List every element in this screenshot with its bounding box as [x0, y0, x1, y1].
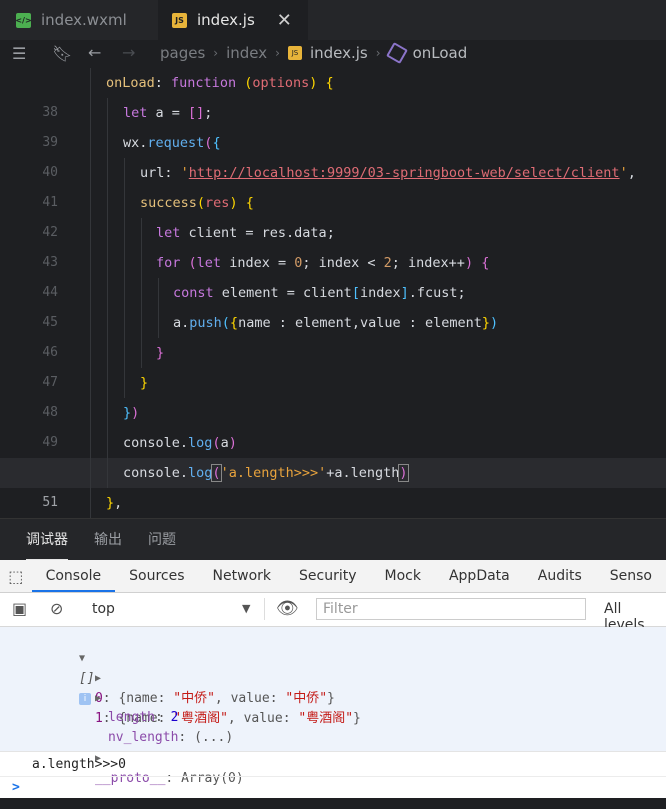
breadcrumb-item-file[interactable]: index.js	[310, 44, 368, 62]
code-line[interactable]: 49 })	[0, 398, 666, 450]
tab-index-js[interactable]: JS index.js ✕	[158, 0, 308, 40]
console-output: ▼ [] i ▶ 0: {name: "中侨", value: "中侨"} ▶ …	[0, 627, 666, 798]
tab-index-wxml[interactable]: </> index.wxml	[0, 0, 158, 40]
editor-tab-bar: </> index.wxml JS index.js ✕	[0, 0, 666, 40]
request-url[interactable]: http://localhost:9999/03-springboot-web/…	[189, 165, 620, 181]
filter-input[interactable]	[316, 598, 586, 620]
log-message: a.length>>>0	[32, 757, 126, 772]
breadcrumb-item-index[interactable]: index	[226, 44, 267, 62]
tab-label: index.js	[197, 11, 255, 29]
code-line[interactable]: 48 }	[0, 368, 666, 420]
tab-debugger[interactable]: 调试器	[26, 529, 68, 561]
console-prompt[interactable]: >	[12, 778, 20, 798]
log-string: 'a.length>>>'	[220, 465, 327, 481]
code-line[interactable]: 47 }	[0, 338, 666, 390]
tab-audits[interactable]: Audits	[524, 560, 596, 592]
array-row[interactable]: ▼ [] i	[32, 628, 95, 705]
tab-console[interactable]: Console	[31, 560, 116, 592]
array-item[interactable]: ▶ 0: {name: "中侨", value: "中侨"}	[48, 648, 335, 706]
eye-icon[interactable]: 👁︎	[276, 598, 299, 619]
js-file-icon: JS	[287, 46, 302, 60]
length-property: length: 2	[107, 710, 179, 725]
code-line[interactable]: 39 let a = [];	[0, 98, 666, 150]
forward-arrow-icon[interactable]: →	[122, 43, 135, 62]
tab-security[interactable]: Security	[285, 560, 371, 592]
code-line[interactable]: 52 },	[0, 488, 666, 540]
tab-label: index.wxml	[41, 11, 127, 29]
tab-network[interactable]: Network	[199, 560, 285, 592]
code-line[interactable]: 45 const element = client[index].fcust;	[0, 278, 666, 330]
code-line[interactable]: 43 let client = res.data;	[0, 218, 666, 270]
tab-problems[interactable]: 问题	[148, 529, 176, 561]
breadcrumb-item-pages[interactable]: pages	[160, 44, 205, 62]
bottom-panel-tabs: 调试器 输出 问题	[0, 518, 666, 561]
tab-sensors[interactable]: Senso	[596, 560, 666, 592]
code-line[interactable]: 44 for (let index = 0; index < 2; index+…	[0, 248, 666, 300]
chevron-down-icon[interactable]: ▼	[242, 602, 250, 615]
console-object-group: ▼ [] i ▶ 0: {name: "中侨", value: "中侨"} ▶ …	[0, 627, 666, 786]
code-line[interactable]: 46 a.push({name : element,value : elemen…	[0, 308, 666, 360]
clear-console-icon[interactable]: ⊘	[50, 599, 63, 618]
close-icon[interactable]: ✕	[277, 10, 292, 31]
tab-output[interactable]: 输出	[94, 529, 122, 561]
breadcrumb-item-method[interactable]: onLoad	[413, 44, 468, 62]
console-divider	[0, 776, 666, 777]
code-line[interactable]: 50 console.log(a)	[0, 428, 666, 480]
code-line[interactable]: 41 url: 'http://localhost:9999/03-spring…	[0, 158, 666, 210]
wxml-file-icon: </>	[15, 12, 32, 28]
tab-mock[interactable]: Mock	[371, 560, 435, 592]
inspect-element-icon[interactable]: ⬚	[0, 560, 32, 592]
chevron-right-icon: ›	[375, 46, 381, 60]
chevron-right-icon: ›	[213, 46, 219, 60]
nv-length-property[interactable]: nv_length: (...)	[61, 708, 233, 745]
code-line[interactable]: 38 onLoad: function (options) {	[0, 68, 666, 120]
bookmark-icon[interactable]: 🔖︎	[52, 44, 72, 63]
method-cube-icon	[385, 42, 408, 64]
back-arrow-icon[interactable]: ←	[88, 43, 101, 62]
toolbar-divider	[264, 598, 265, 620]
code-editor[interactable]: 38 onLoad: function (options) { 39 let a…	[0, 68, 666, 540]
chevron-right-icon: ›	[275, 46, 280, 60]
indent-guide	[90, 68, 91, 98]
code-line-current[interactable]: 51 console.log('a.length>>>'+a.length)	[0, 458, 666, 510]
devtools-tab-bar: ⬚ Console Sources Network Security Mock …	[0, 560, 666, 593]
sidebar-toggle-icon[interactable]: ▣	[12, 599, 27, 618]
proto-property[interactable]: ▶ __proto__: Array(0)	[48, 728, 244, 786]
js-file-icon: JS	[172, 12, 187, 28]
code-line[interactable]: 42 success(res) {	[0, 188, 666, 240]
list-icon[interactable]: ☰	[12, 44, 26, 63]
breadcrumb: ☰ 🔖︎ ← → pages › index › JS index.js › o…	[0, 40, 666, 68]
console-toolbar: ▣ ⊘ top ▼ 👁︎ All levels	[0, 593, 666, 633]
tab-appdata[interactable]: AppData	[435, 560, 524, 592]
code-line[interactable]: 40 wx.request({	[0, 128, 666, 180]
tab-sources[interactable]: Sources	[115, 560, 198, 592]
context-select[interactable]: top	[92, 601, 115, 617]
array-item[interactable]: ▶ 1: {name: "粤酒阁", value: "粤酒阁"}	[48, 668, 361, 726]
